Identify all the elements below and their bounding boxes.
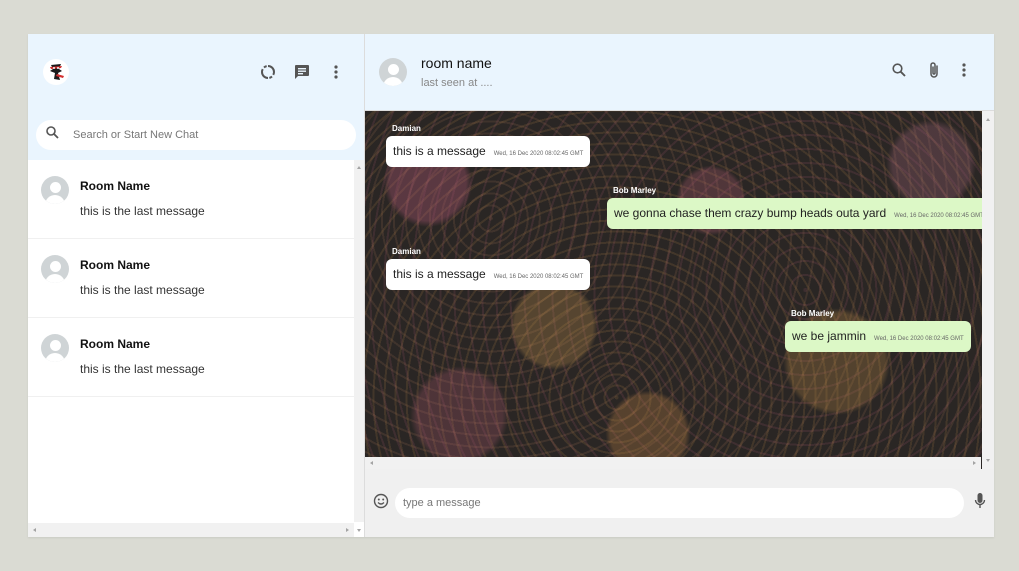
message-timestamp: Wed, 16 Dec 2020 08:02:45 GMT (493, 274, 584, 280)
chat-header: room name last seen at .... (365, 34, 994, 111)
message-sender: Damian (392, 247, 421, 256)
scroll-up-arrow-icon[interactable] (986, 118, 990, 121)
message-text: we gonna chase them crazy bump heads out… (614, 206, 887, 220)
chat-list-item[interactable]: Room Name this is the last message (28, 239, 354, 318)
search-input[interactable] (73, 129, 323, 141)
message: Bob Marley we be jammin Wed, 16 Dec 2020… (785, 309, 971, 352)
more-vert-icon[interactable] (962, 62, 966, 83)
sidebar-header (28, 34, 364, 110)
message-timestamp: Wed, 16 Dec 2020 08:02:45 GMT (493, 151, 584, 157)
scroll-down-arrow-icon[interactable] (357, 529, 361, 532)
status-icon[interactable] (260, 63, 276, 81)
search-icon (46, 126, 59, 144)
mic-icon[interactable] (974, 492, 986, 515)
attach-icon[interactable] (928, 61, 940, 84)
message-bubble: we gonna chase them crazy bump heads out… (607, 198, 991, 229)
more-vert-icon[interactable] (328, 63, 344, 81)
chat-footer (365, 469, 994, 537)
chat-body: Damian this is a message Wed, 16 Dec 202… (365, 111, 994, 469)
scroll-right-arrow-icon[interactable] (973, 461, 976, 465)
chat-horizontal-scrollbar[interactable] (365, 457, 981, 469)
sidebar-vertical-scrollbar[interactable] (354, 160, 364, 532)
last-seen: last seen at .... (421, 77, 493, 89)
message-input[interactable] (395, 488, 964, 518)
scroll-right-arrow-icon[interactable] (346, 528, 349, 532)
chat-last-message: this is the last message (80, 204, 205, 218)
message-sender: Damian (392, 124, 421, 133)
message: Damian this is a message Wed, 16 Dec 202… (386, 124, 591, 167)
chat-list-item[interactable]: Room Name this is the last message (28, 318, 354, 397)
message-sender: Bob Marley (613, 186, 657, 195)
message-timestamp: Wed, 16 Dec 2020 08:02:45 GMT (894, 213, 984, 219)
sidebar: Room Name this is the last message Room … (28, 34, 365, 537)
avatar (41, 334, 69, 362)
chat-name: Room Name (80, 258, 151, 272)
scroll-left-arrow-icon[interactable] (33, 528, 36, 532)
message: Damian this is a message Wed, 16 Dec 202… (386, 247, 591, 290)
sidebar-search (28, 110, 364, 160)
chat-name: Room Name (80, 179, 151, 193)
room-avatar[interactable] (379, 58, 407, 86)
message-bubble: this is a message Wed, 16 Dec 2020 08:02… (386, 259, 591, 290)
chat-list-item[interactable]: Room Name this is the last message (28, 160, 354, 239)
scroll-down-arrow-icon[interactable] (986, 459, 990, 462)
message-bubble: we be jammin Wed, 16 Dec 2020 08:02:45 G… (785, 321, 971, 352)
emoji-icon[interactable] (373, 493, 389, 514)
message-sender: Bob Marley (791, 309, 835, 318)
chat-name: Room Name (80, 337, 151, 351)
chat-app: Room Name this is the last message Room … (28, 34, 994, 537)
logo-icon[interactable] (42, 58, 70, 86)
room-name: room name (421, 55, 492, 71)
message-text: this is a message (393, 267, 486, 281)
message-text: this is a message (393, 144, 486, 158)
search-icon[interactable] (892, 62, 906, 82)
message-timestamp: Wed, 16 Dec 2020 08:02:45 GMT (874, 336, 964, 342)
sidebar-horizontal-scrollbar[interactable] (28, 523, 354, 537)
message-text: we be jammin (792, 329, 867, 343)
search-box (36, 120, 356, 150)
scroll-up-arrow-icon[interactable] (357, 166, 361, 169)
avatar (41, 176, 69, 204)
chat-list: Room Name this is the last message Room … (28, 160, 364, 537)
message: Bob Marley we gonna chase them crazy bum… (607, 186, 991, 229)
chat-panel: room name last seen at .... Damian this … (365, 34, 994, 537)
chat-last-message: this is the last message (80, 283, 205, 297)
avatar (41, 255, 69, 283)
chat-last-message: this is the last message (80, 362, 205, 376)
chat-vertical-scrollbar[interactable] (982, 111, 994, 469)
scroll-left-arrow-icon[interactable] (370, 461, 373, 465)
message-bubble: this is a message Wed, 16 Dec 2020 08:02… (386, 136, 591, 167)
chat-icon[interactable] (294, 63, 310, 81)
